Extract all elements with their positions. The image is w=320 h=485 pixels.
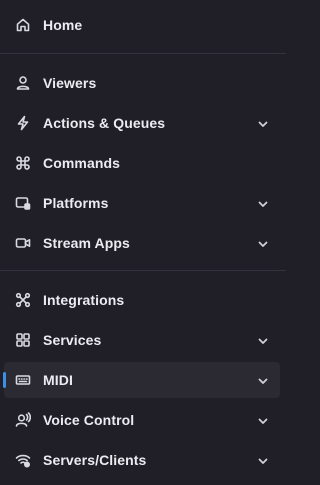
sidebar-item-label: Home	[43, 17, 83, 33]
home-icon	[15, 17, 31, 33]
sidebar-item-label: Integrations	[43, 292, 125, 308]
platforms-icon	[15, 195, 31, 211]
sidebar-item-actions-queues[interactable]: Actions & Queues	[4, 105, 280, 141]
sidebar-item-label: Platforms	[43, 195, 109, 211]
sidebar-item-commands[interactable]: Commands	[4, 145, 280, 181]
sidebar-divider	[0, 270, 286, 271]
sidebar-item-integrations[interactable]: Integrations	[4, 282, 280, 318]
sidebar-item-label: MIDI	[43, 372, 73, 388]
sidebar-item-services[interactable]: Services	[4, 322, 280, 358]
sidebar-item-label: Viewers	[43, 75, 97, 91]
chevron-down-icon[interactable]	[257, 237, 269, 249]
chevron-down-icon[interactable]	[257, 374, 269, 386]
wifi-gear-icon	[15, 452, 31, 468]
sidebar-item-midi[interactable]: MIDI	[3, 362, 280, 398]
grid-icon	[15, 332, 31, 348]
sidebar-item-servers-clients[interactable]: Servers/Clients	[4, 442, 280, 478]
sidebar-item-stream-apps[interactable]: Stream Apps	[4, 225, 280, 261]
sidebar-item-viewers[interactable]: Viewers	[4, 65, 280, 101]
chevron-down-icon[interactable]	[257, 414, 269, 426]
sidebar-item-label: Servers/Clients	[43, 452, 147, 468]
chevron-down-icon[interactable]	[257, 454, 269, 466]
sidebar-item-label: Services	[43, 332, 102, 348]
chevron-down-icon[interactable]	[257, 334, 269, 346]
active-indicator	[3, 372, 6, 388]
integrations-icon	[15, 292, 31, 308]
sidebar-item-label: Voice Control	[43, 412, 135, 428]
lightning-icon	[15, 115, 31, 131]
sidebar-item-voice-control[interactable]: Voice Control	[4, 402, 280, 438]
sidebar-item-home[interactable]: Home	[4, 7, 280, 43]
sidebar-item-label: Commands	[43, 155, 121, 171]
keyboard-icon	[15, 372, 31, 388]
user-icon	[15, 75, 31, 91]
sidebar-item-label: Stream Apps	[43, 235, 130, 251]
sidebar-nav: Home Viewers Actions & Queues Commands P…	[0, 0, 286, 485]
chevron-down-icon[interactable]	[257, 197, 269, 209]
sidebar-item-platforms[interactable]: Platforms	[4, 185, 280, 221]
sidebar-divider	[0, 53, 286, 54]
voice-icon	[15, 412, 31, 428]
sidebar-item-label: Actions & Queues	[43, 115, 166, 131]
video-icon	[15, 235, 31, 251]
chevron-down-icon[interactable]	[257, 117, 269, 129]
command-icon	[15, 155, 31, 171]
